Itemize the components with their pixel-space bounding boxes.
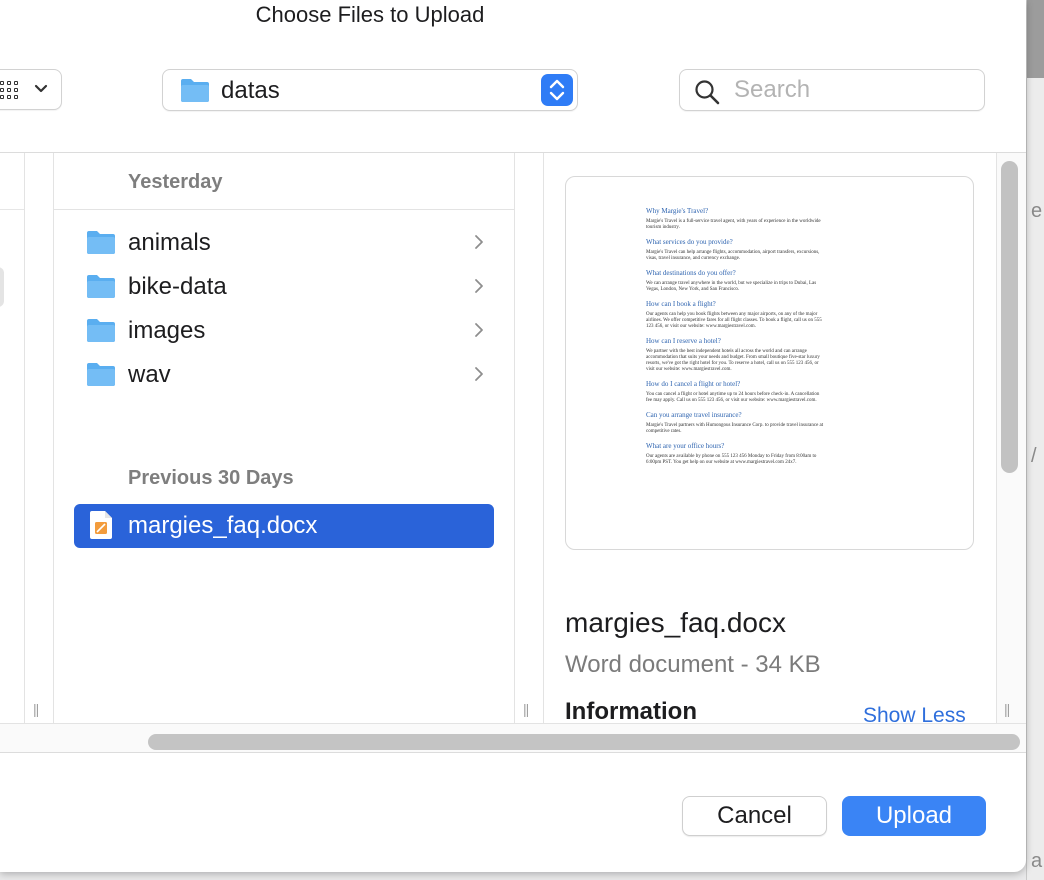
doc-paragraph: We partner with the best independent hot… [646, 349, 820, 372]
document-preview-thumbnail: Why Margie's Travel? Margie's Travel is … [565, 176, 974, 550]
horizontal-scrollbar-track[interactable] [0, 723, 1026, 753]
chevron-right-icon [475, 367, 483, 381]
folder-name: wav [128, 361, 171, 388]
location-stepper[interactable] [541, 74, 573, 106]
doc-paragraph: You can cancel a flight or hotel anytime… [646, 392, 820, 403]
background-glyph: a [1031, 850, 1043, 872]
footer-divider [0, 752, 1026, 753]
word-document-icon [90, 511, 112, 539]
parent-column-row [0, 209, 24, 210]
folder-row-animals[interactable]: animals [74, 221, 494, 265]
vertical-scrollbar-thumb[interactable] [1001, 161, 1018, 473]
doc-heading: How can I reserve a hotel? [646, 337, 721, 345]
file-browser: || Yesterday animals bike-data images wa… [0, 152, 1026, 753]
search-field[interactable] [679, 69, 985, 111]
file-row-margies-faq[interactable]: margies_faq.docx [74, 504, 494, 548]
column-resize-handle[interactable]: || [33, 701, 39, 717]
chevron-down-icon [34, 84, 48, 93]
doc-paragraph: Margie's Travel can help arrange flights… [646, 250, 820, 261]
folder-icon [87, 275, 115, 298]
up-down-chevron-icon [549, 79, 565, 101]
column-divider[interactable] [514, 153, 515, 723]
column-resize-handle[interactable]: || [523, 701, 529, 717]
doc-paragraph: We can arrange travel anywhere in the wo… [646, 281, 817, 292]
folder-row-images[interactable]: images [74, 309, 494, 353]
upload-button[interactable]: Upload [842, 796, 986, 836]
view-mode-button[interactable] [0, 69, 62, 110]
column-divider [53, 153, 54, 723]
folder-name: animals [128, 229, 211, 256]
current-folder-label: datas [221, 77, 280, 104]
folder-row-wav[interactable]: wav [74, 353, 494, 397]
file-name: margies_faq.docx [128, 512, 318, 539]
folder-row-bike-data[interactable]: bike-data [74, 265, 494, 309]
doc-paragraph: Margie's Travel is a full-service travel… [646, 219, 821, 230]
doc-heading: Why Margie's Travel? [646, 207, 709, 215]
upload-dialog: Choose Files to Upload datas Search || Y… [0, 0, 1026, 872]
dialog-title: Choose Files to Upload [255, 2, 485, 27]
background-glyph: e [1031, 200, 1043, 222]
doc-paragraph: Our agents can help you book flights bet… [646, 312, 822, 329]
section-divider [54, 209, 514, 210]
preview-information-header: Information [565, 698, 697, 725]
column-divider [543, 153, 544, 723]
folder-name: bike-data [128, 273, 227, 300]
section-header-yesterday: Yesterday [128, 171, 223, 193]
folder-icon [87, 319, 115, 342]
doc-heading: What are your office hours? [646, 442, 725, 450]
doc-paragraph: Margie's Travel partners with Humongous … [646, 423, 824, 434]
cancel-button[interactable]: Cancel [682, 796, 827, 836]
doc-heading: Can you arrange travel insurance? [646, 411, 742, 419]
folder-icon [181, 79, 209, 102]
preview-file-name: margies_faq.docx [565, 607, 787, 638]
doc-heading: What destinations do you offer? [646, 269, 736, 277]
background-glyph: / [1031, 445, 1037, 467]
icon-view-icon [0, 81, 18, 99]
preview-file-kind-size: Word document - 34 KB [565, 651, 821, 678]
doc-heading: What services do you provide? [646, 238, 733, 246]
chevron-right-icon [475, 323, 483, 337]
horizontal-scrollbar-thumb[interactable] [148, 734, 1020, 750]
folder-name: images [128, 317, 206, 344]
location-popup[interactable]: datas [162, 69, 578, 111]
chevron-right-icon [475, 279, 483, 293]
column-divider[interactable] [24, 153, 25, 723]
folder-icon [87, 363, 115, 386]
document-preview-content: Why Margie's Travel? Margie's Travel is … [646, 207, 826, 466]
parent-column-selection[interactable] [0, 267, 4, 307]
chevron-right-icon [475, 235, 483, 249]
folder-icon [87, 231, 115, 254]
background-window: e / a [1026, 0, 1044, 880]
doc-paragraph: Our agents are available by phone on 555… [646, 454, 817, 465]
section-header-previous-30-days: Previous 30 Days [128, 467, 294, 489]
doc-heading: How do I cancel a flight or hotel? [646, 380, 741, 388]
search-input[interactable] [734, 76, 974, 104]
background-toolbar [1027, 0, 1044, 78]
search-icon [695, 80, 720, 105]
column-resize-handle[interactable]: || [1004, 701, 1010, 717]
doc-heading: How can I book a flight? [646, 300, 716, 308]
